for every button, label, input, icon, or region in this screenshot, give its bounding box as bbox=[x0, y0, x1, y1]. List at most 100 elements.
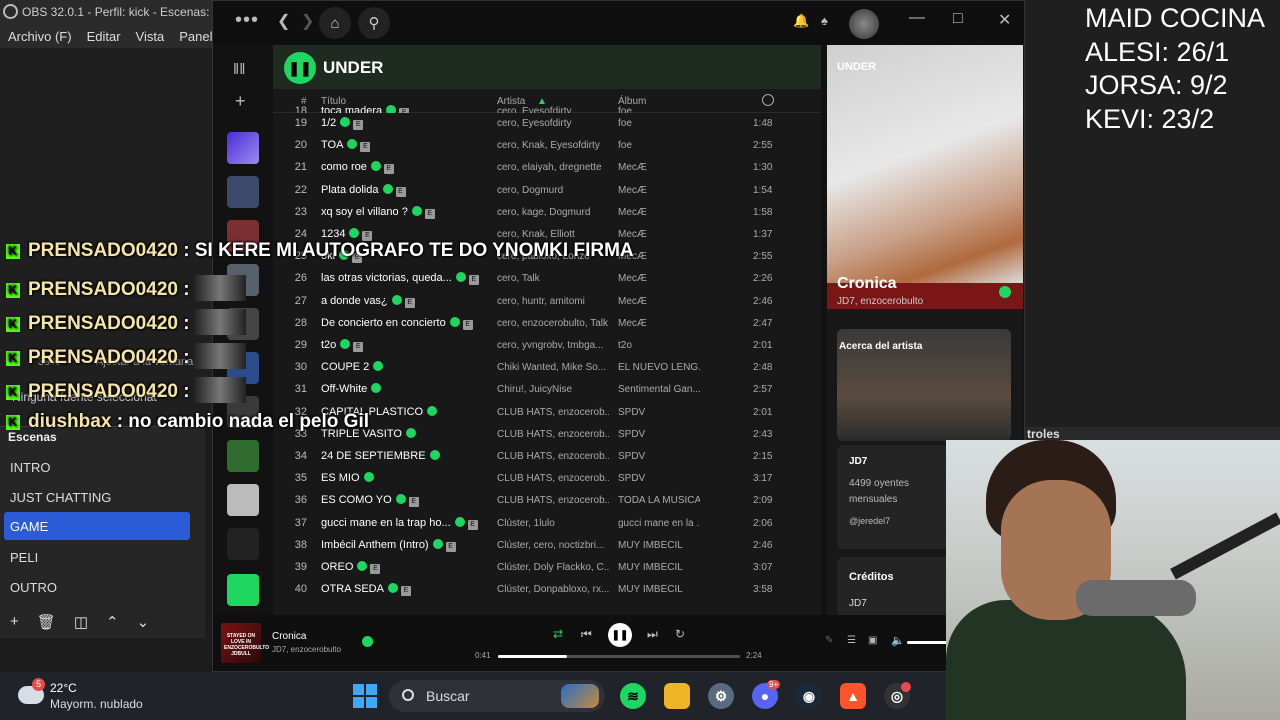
home-icon[interactable]: ⌂ bbox=[319, 7, 351, 39]
track-album[interactable]: MecÆ bbox=[618, 229, 700, 240]
minimize-icon[interactable]: — bbox=[909, 9, 925, 27]
track-album[interactable]: foe bbox=[618, 140, 700, 151]
track-row[interactable]: 26 las otras victorias, queda... Ecero, Ta… bbox=[273, 268, 821, 290]
search-icon[interactable]: ⚲ bbox=[358, 7, 390, 39]
track-title[interactable]: 1/2 bbox=[321, 117, 336, 129]
track-title-cell[interactable]: a donde vas¿ E bbox=[321, 294, 415, 308]
taskbar-search[interactable]: Buscar bbox=[389, 680, 605, 712]
track-album[interactable]: MUY IMBÉCIL bbox=[618, 562, 700, 573]
track-row[interactable]: 36 ES COMO YO E CLUB HATS, enzocerob... TODA… bbox=[273, 490, 821, 512]
library-icon[interactable]: ‖‖ bbox=[233, 61, 245, 78]
brave-browser-icon[interactable]: ▲ bbox=[840, 683, 866, 709]
library-item[interactable] bbox=[227, 440, 259, 472]
steam-app-icon[interactable]: ◉ bbox=[796, 683, 822, 709]
track-row[interactable]: 40 OTRA SEDA E Clúster, Donpabloxo, rx... MU… bbox=[273, 579, 821, 601]
track-artist[interactable]: cero, Eyesofdirty bbox=[497, 106, 609, 113]
track-title[interactable]: xq soy el villano ? bbox=[321, 206, 408, 218]
previous-icon[interactable]: ⏮ bbox=[581, 627, 592, 642]
track-artist[interactable]: cero, enzocerobulto, Talk bbox=[497, 318, 609, 329]
move-up-icon[interactable]: ⌃ bbox=[106, 613, 119, 636]
volume-slider[interactable] bbox=[907, 641, 947, 644]
track-artist[interactable]: cero, kage, Dogmurd bbox=[497, 207, 609, 218]
close-icon[interactable]: ✕ bbox=[998, 10, 1011, 30]
track-title[interactable]: Imbécil Anthem (Intro) bbox=[321, 539, 429, 551]
track-row[interactable]: 18 toca madera E cero, Eyesofdirty foe bbox=[273, 101, 821, 113]
forward-icon[interactable]: ❯ bbox=[301, 11, 314, 31]
track-album[interactable]: EL NUEVO LENG... bbox=[618, 362, 700, 373]
track-artist[interactable]: CLUB HATS, enzocerob... bbox=[497, 407, 609, 418]
track-title-cell[interactable]: TOA E bbox=[321, 139, 371, 153]
track-title-cell[interactable]: ES MIO bbox=[321, 472, 374, 484]
track-title-cell[interactable]: t2o E bbox=[321, 339, 364, 352]
notifications-icon[interactable]: 🔔 bbox=[793, 13, 809, 29]
liked-songs-tile[interactable] bbox=[227, 132, 259, 164]
track-row[interactable]: 39 OREO E Clúster, Doly Flackko, C... MUY IM… bbox=[273, 557, 821, 579]
track-artist[interactable]: cero, Talk bbox=[497, 273, 609, 284]
delete-scene-icon[interactable]: 🗑 bbox=[37, 613, 56, 636]
track-album[interactable]: gucci mane en la ... bbox=[618, 518, 700, 529]
pause-button[interactable]: ❚❚ bbox=[284, 52, 316, 84]
track-album[interactable]: Sentimental Gan... bbox=[618, 384, 700, 395]
track-album[interactable]: MecÆ bbox=[618, 185, 700, 196]
track-title[interactable]: Plata dolida bbox=[321, 184, 379, 196]
track-album[interactable]: MecÆ bbox=[618, 296, 700, 307]
progress-bar[interactable] bbox=[498, 655, 740, 658]
track-album[interactable]: foe bbox=[618, 118, 700, 129]
track-row[interactable]: 22 Plata dolida Ecero, Dogmurd MecÆ 1:54 bbox=[273, 180, 821, 202]
track-album[interactable]: SPDV bbox=[618, 473, 700, 484]
track-title[interactable]: Off-White bbox=[321, 383, 367, 395]
track-row[interactable]: 38 Imbécil Anthem (Intro) E Clúster, cero, … bbox=[273, 535, 821, 557]
track-title[interactable]: t2o bbox=[321, 339, 336, 351]
track-row[interactable]: 21 como roe Ecero, elaiyah, dregnette MecÆ 1… bbox=[273, 157, 821, 179]
menu-archivo[interactable]: Archivo (F) bbox=[8, 29, 72, 48]
track-album[interactable]: MecÆ bbox=[618, 162, 700, 173]
track-title[interactable]: las otras victorias, queda... bbox=[321, 272, 452, 284]
track-album[interactable]: t2o bbox=[618, 340, 700, 351]
track-row[interactable]: 31 Off-White Chiru!, JuicyNise Sentimental … bbox=[273, 379, 821, 401]
track-artist[interactable]: cero, elaiyah, dregnette bbox=[497, 162, 609, 173]
track-title[interactable]: OREO bbox=[321, 561, 353, 573]
track-album[interactable]: MecÆ bbox=[618, 318, 700, 329]
friends-icon[interactable]: ♠ bbox=[821, 13, 828, 28]
track-title[interactable]: COUPE 2 bbox=[321, 361, 369, 373]
scene-outro[interactable]: OUTRO bbox=[4, 573, 190, 601]
track-title-cell[interactable]: Imbécil Anthem (Intro) E bbox=[321, 538, 456, 552]
track-artist[interactable]: CLUB HATS, enzocerob... bbox=[497, 495, 609, 506]
lyrics-icon[interactable]: ✎ bbox=[825, 635, 833, 646]
track-title-cell[interactable]: OTRA SEDA E bbox=[321, 583, 411, 597]
library-item[interactable] bbox=[227, 484, 259, 516]
track-title[interactable]: TOA bbox=[321, 139, 343, 151]
track-album[interactable]: TODA LA MÚSICA bbox=[618, 495, 700, 506]
track-row[interactable]: 23 xq soy el villano ? Ecero, kage, Dogmur… bbox=[273, 202, 821, 224]
track-title[interactable]: a donde vas¿ bbox=[321, 295, 388, 307]
maximize-icon[interactable]: □ bbox=[953, 10, 963, 28]
track-title-cell[interactable]: De concierto en concierto E bbox=[321, 316, 473, 330]
track-artist[interactable]: Clúster, 1lulo bbox=[497, 518, 609, 529]
scene-intro[interactable]: INTRO bbox=[4, 453, 190, 481]
spotify-app-icon[interactable]: ≋ bbox=[620, 683, 646, 709]
track-title-cell[interactable]: como roe E bbox=[321, 161, 394, 175]
scene-game[interactable]: GAME bbox=[4, 512, 190, 540]
panel-song-artists[interactable]: JD7, enzocerobulto bbox=[837, 296, 923, 307]
track-title[interactable]: OTRA SEDA bbox=[321, 583, 384, 595]
library-item[interactable] bbox=[227, 574, 259, 606]
track-title[interactable]: 1234 bbox=[321, 228, 345, 240]
menu-panel[interactable]: Panel bbox=[179, 29, 212, 48]
track-title-cell[interactable]: Off-White bbox=[321, 383, 382, 395]
track-row[interactable]: 27 a donde vas¿ Ecero, huntr, amitomi MecÆ 2… bbox=[273, 291, 821, 313]
track-artist[interactable]: cero, yvngrobv, tmbga... bbox=[497, 340, 609, 351]
repeat-icon[interactable]: ↻ bbox=[675, 627, 685, 641]
weather-description[interactable]: Mayorm. nublado bbox=[50, 697, 143, 711]
settings-gear-icon[interactable]: ⚙ bbox=[708, 683, 734, 709]
track-title-cell[interactable]: gucci mane en la trap ho... E bbox=[321, 516, 478, 530]
menu-vista[interactable]: Vista bbox=[136, 29, 165, 48]
track-artist[interactable]: Chiki Wanted, Mike So... bbox=[497, 362, 609, 373]
track-album[interactable]: foe bbox=[618, 106, 700, 113]
scene-just-chatting[interactable]: JUST CHATTING bbox=[4, 483, 190, 511]
track-artist[interactable]: CLUB HATS, enzocerob... bbox=[497, 451, 609, 462]
track-title-cell[interactable]: 24 DE SEPTIEMBRE bbox=[321, 450, 440, 462]
shuffle-icon[interactable]: ⇄ bbox=[553, 627, 563, 641]
now-playing-artist[interactable]: JD7, enzocerobulto bbox=[272, 645, 341, 654]
track-artist[interactable]: cero, huntr, amitomi bbox=[497, 296, 609, 307]
saved-check-icon[interactable] bbox=[999, 286, 1011, 298]
